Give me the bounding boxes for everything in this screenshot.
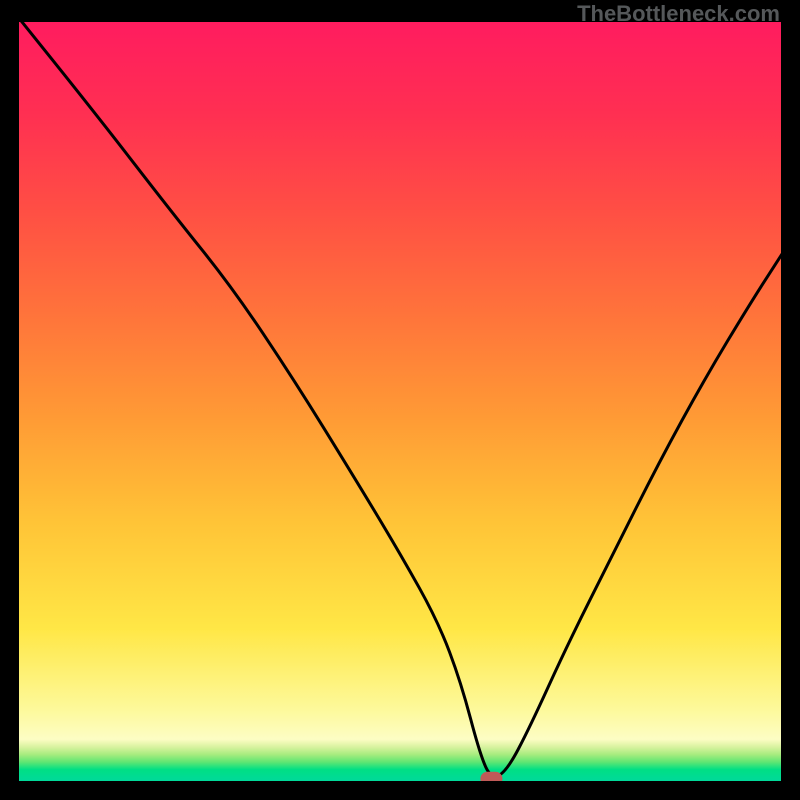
chart-frame: TheBottleneck.com [0, 0, 800, 800]
watermark-label: TheBottleneck.com [577, 1, 780, 27]
chart-plot-area [19, 22, 781, 781]
bottleneck-chart [19, 22, 781, 781]
